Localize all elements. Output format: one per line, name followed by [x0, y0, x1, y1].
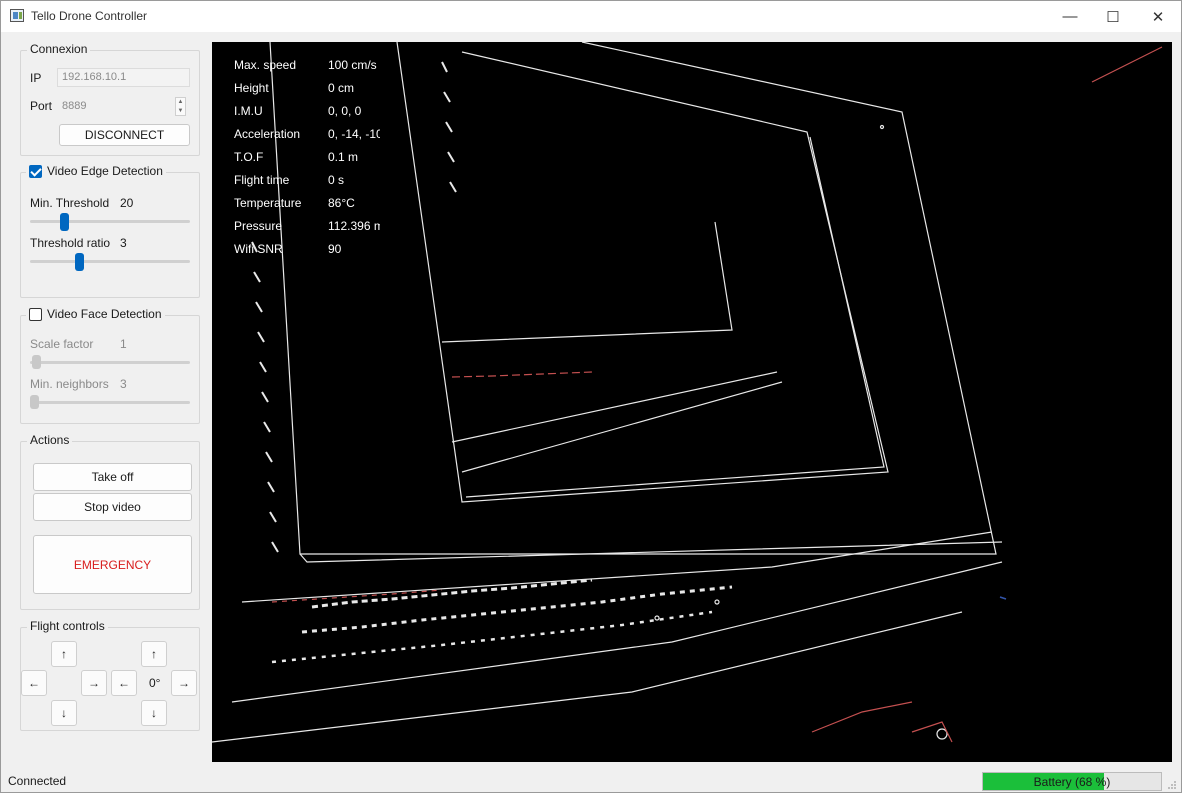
- telemetry-value: 86°C: [328, 196, 355, 210]
- descend-button[interactable]: ↓: [141, 700, 167, 726]
- edge-detection-checkbox[interactable]: [29, 164, 42, 178]
- port-spinner[interactable]: ▲ ▼: [175, 97, 186, 116]
- stop-video-button[interactable]: Stop video: [33, 493, 192, 521]
- rotation-readout: 0°: [149, 676, 161, 690]
- min-neighbors-label: Min. neighbors: [30, 377, 109, 391]
- resize-grip-icon[interactable]: [1167, 780, 1177, 790]
- telemetry-label: Wifi SNR: [234, 242, 283, 256]
- rotate-right-button[interactable]: →: [171, 670, 197, 696]
- takeoff-button[interactable]: Take off: [33, 463, 192, 491]
- battery-text: Battery (68 %): [1033, 774, 1111, 789]
- telemetry-row-pressure: Pressure 112.396 m: [234, 219, 380, 242]
- telemetry-row-temperature: Temperature 86°C: [234, 196, 380, 219]
- rotate-left-button[interactable]: ←: [111, 670, 137, 696]
- actions-group-title: Actions: [27, 433, 73, 447]
- telemetry-row-acceleration: Acceleration 0, -14, -10: [234, 127, 380, 150]
- arrow-down-icon: ↓: [61, 706, 67, 720]
- telemetry-row-height: Height 0 cm: [234, 81, 380, 104]
- edge-detection-group: Video Edge Detection: [20, 164, 200, 298]
- scale-factor-value: 1: [120, 337, 127, 351]
- threshold-ratio-value: 3: [120, 236, 127, 250]
- port-field[interactable]: 8889: [57, 97, 175, 116]
- app-window: Tello Drone Controller — ☐ ✕ Connexion I…: [0, 0, 1182, 793]
- telemetry-row-flight-time: Flight time 0 s: [234, 173, 380, 196]
- arrow-right-icon: →: [88, 676, 100, 690]
- ip-field[interactable]: 192.168.10.1: [57, 68, 190, 87]
- threshold-ratio-track[interactable]: [30, 260, 190, 263]
- face-detection-title: Video Face Detection: [47, 307, 162, 321]
- edge-detection-toggle[interactable]: Video Edge Detection: [26, 164, 166, 178]
- close-button[interactable]: ✕: [1135, 1, 1181, 32]
- window-title: Tello Drone Controller: [31, 9, 148, 23]
- telemetry-row-tof: T.O.F 0.1 m: [234, 150, 380, 173]
- arrow-right-icon: →: [178, 676, 190, 690]
- min-neighbors-track[interactable]: [30, 401, 190, 404]
- telemetry-label: I.M.U: [234, 104, 263, 118]
- telemetry-label: Max. speed: [234, 58, 297, 72]
- threshold-ratio-slider-handle[interactable]: [75, 253, 84, 271]
- arrow-left-icon: ←: [28, 676, 40, 690]
- telemetry-label: Flight time: [234, 173, 290, 187]
- telemetry-row-max-speed: Max. speed 100 cm/s: [234, 58, 380, 81]
- app-icon: [10, 9, 24, 22]
- threshold-ratio-label: Threshold ratio: [30, 236, 111, 250]
- connection-status: Connected: [8, 774, 67, 788]
- spin-up-icon: ▲: [177, 99, 184, 106]
- connexion-group-title: Connexion: [27, 42, 91, 56]
- telemetry-value: 0.1 m: [328, 150, 359, 164]
- move-left-button[interactable]: ←: [21, 670, 47, 696]
- face-detection-group: Video Face Detection: [20, 307, 200, 424]
- port-label: Port: [30, 99, 53, 113]
- maximize-button[interactable]: ☐: [1090, 1, 1136, 32]
- min-threshold-label: Min. Threshold: [30, 196, 110, 210]
- move-backward-button[interactable]: ↓: [51, 700, 77, 726]
- telemetry-label: Pressure: [234, 219, 283, 233]
- flight-controls-group-title: Flight controls: [27, 619, 108, 633]
- telemetry-value: 0 cm: [328, 81, 355, 95]
- arrow-up-icon: ↑: [151, 647, 157, 661]
- maximize-icon: ☐: [1106, 8, 1120, 26]
- title-bar[interactable]: Tello Drone Controller — ☐ ✕: [1, 1, 1181, 32]
- min-threshold-slider-handle[interactable]: [60, 213, 69, 231]
- face-detection-checkbox[interactable]: [29, 307, 42, 321]
- minimize-button[interactable]: —: [1047, 1, 1093, 32]
- telemetry-value: 0, -14, -10: [328, 127, 380, 141]
- emergency-button[interactable]: EMERGENCY: [33, 535, 192, 594]
- telemetry-value: 90: [328, 242, 342, 256]
- min-threshold-track[interactable]: [30, 220, 190, 223]
- telemetry-label: T.O.F: [234, 150, 264, 164]
- telemetry-value: 100 cm/s: [328, 58, 377, 72]
- face-detection-toggle[interactable]: Video Face Detection: [26, 307, 165, 321]
- edge-detection-title: Video Edge Detection: [47, 164, 163, 178]
- move-right-button[interactable]: →: [81, 670, 107, 696]
- telemetry-label: Temperature: [234, 196, 302, 210]
- ascend-button[interactable]: ↑: [141, 641, 167, 667]
- video-feed: Max. speed 100 cm/s Height 0 cm I.M.U 0,…: [212, 42, 1172, 762]
- minimize-icon: —: [1062, 8, 1078, 25]
- spin-down-icon: ▼: [177, 107, 184, 114]
- disconnect-button[interactable]: DISCONNECT: [59, 124, 190, 146]
- min-threshold-value: 20: [120, 196, 134, 210]
- telemetry-overlay: Max. speed 100 cm/s Height 0 cm I.M.U 0,…: [234, 58, 380, 265]
- scale-factor-track[interactable]: [30, 361, 190, 364]
- telemetry-value: 0, 0, 0: [328, 104, 362, 118]
- telemetry-label: Acceleration: [234, 127, 301, 141]
- min-neighbors-slider-handle[interactable]: [30, 395, 39, 409]
- ip-label: IP: [30, 71, 42, 85]
- scale-factor-slider-handle[interactable]: [32, 355, 41, 369]
- telemetry-row-imu: I.M.U 0, 0, 0: [234, 104, 380, 127]
- min-neighbors-value: 3: [120, 377, 127, 391]
- close-icon: ✕: [1151, 8, 1165, 26]
- arrow-up-icon: ↑: [61, 647, 67, 661]
- scale-factor-label: Scale factor: [30, 337, 94, 351]
- telemetry-value: 112.396 m: [328, 219, 380, 233]
- arrow-left-icon: ←: [118, 676, 130, 690]
- telemetry-value: 0 s: [328, 173, 345, 187]
- telemetry-label: Height: [234, 81, 269, 95]
- arrow-down-icon: ↓: [151, 706, 157, 720]
- battery-indicator: Battery (68 %): [982, 772, 1162, 791]
- telemetry-row-wifi-snr: Wifi SNR 90: [234, 242, 380, 265]
- move-forward-button[interactable]: ↑: [51, 641, 77, 667]
